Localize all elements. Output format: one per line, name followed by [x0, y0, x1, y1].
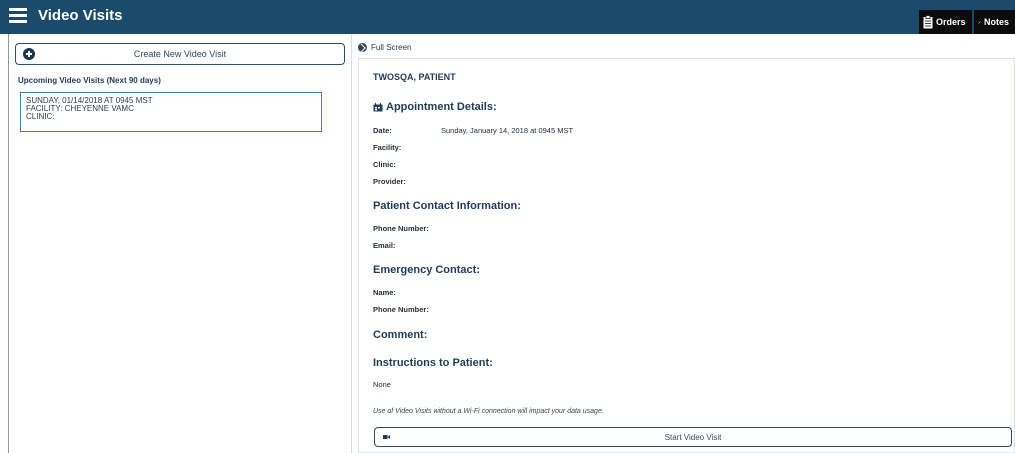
patient-email-label: Email: — [373, 241, 396, 250]
create-new-video-visit-label: Create New Video Visit — [133, 49, 227, 59]
emergency-phone-label: Phone Number: — [373, 305, 429, 314]
visit-facility: FACILITY: CHEYENNE VAMC — [26, 104, 134, 113]
emergency-contact-heading: Emergency Contact: — [373, 264, 480, 276]
orders-button[interactable]: Orders — [919, 10, 972, 34]
orders-button-label: Orders — [936, 17, 966, 27]
appointment-details-label: Appointment Details: — [386, 101, 497, 113]
clinic-label: Clinic: — [373, 160, 396, 169]
arrow-circle-icon — [358, 43, 367, 52]
provider-label: Provider: — [373, 177, 406, 186]
patient-contact-heading: Patient Contact Information: — [373, 200, 521, 212]
clipboard-icon — [923, 15, 933, 29]
pencil-icon — [978, 20, 981, 24]
hamburger-menu-icon[interactable] — [9, 8, 27, 24]
appointment-details-heading: Appointment Details: — [373, 101, 497, 113]
calendar-icon — [373, 102, 383, 111]
start-video-visit-button[interactable]: Start Video Visit — [374, 427, 1012, 447]
appointment-panel: TWOSQA, PATIENT Appointment Details: Dat… — [358, 58, 1015, 453]
create-new-video-visit-button[interactable]: Create New Video Visit — [15, 43, 345, 65]
app-header: Video Visits Orders Notes — [0, 0, 1015, 34]
instructions-value: None — [373, 380, 391, 389]
start-video-visit-label: Start Video Visit — [664, 433, 722, 442]
visit-details-area: Full Screen TWOSQA, PATIENT Appointment … — [352, 34, 1015, 453]
notes-button-label: Notes — [983, 17, 1009, 27]
app-title: Video Visits — [38, 7, 123, 24]
visit-list-item[interactable]: SUNDAY, 01/14/2018 AT 0945 MST FACILITY:… — [20, 92, 322, 132]
upcoming-visits-heading: Upcoming Video Visits (Next 90 days) — [18, 76, 161, 85]
full-screen-label: Full Screen — [371, 43, 412, 52]
comment-heading: Comment: — [373, 329, 428, 341]
instructions-heading: Instructions to Patient: — [373, 357, 493, 369]
emergency-name-label: Name: — [373, 288, 396, 297]
patient-phone-label: Phone Number: — [373, 224, 429, 233]
visit-clinic: CLINIC: — [26, 112, 55, 121]
visits-sidebar: Create New Video Visit Upcoming Video Vi… — [8, 34, 352, 453]
patient-name: TWOSQA, PATIENT — [373, 72, 456, 82]
notes-button[interactable]: Notes — [974, 10, 1015, 34]
data-usage-note: Use of Video Visits without a Wi-Fi conn… — [373, 408, 604, 415]
facility-label: Facility: — [373, 143, 402, 152]
date-value: Sunday, January 14, 2018 at 0945 MST — [441, 126, 574, 135]
date-label: Date: — [373, 126, 392, 135]
full-screen-link[interactable]: Full Screen — [358, 43, 411, 52]
